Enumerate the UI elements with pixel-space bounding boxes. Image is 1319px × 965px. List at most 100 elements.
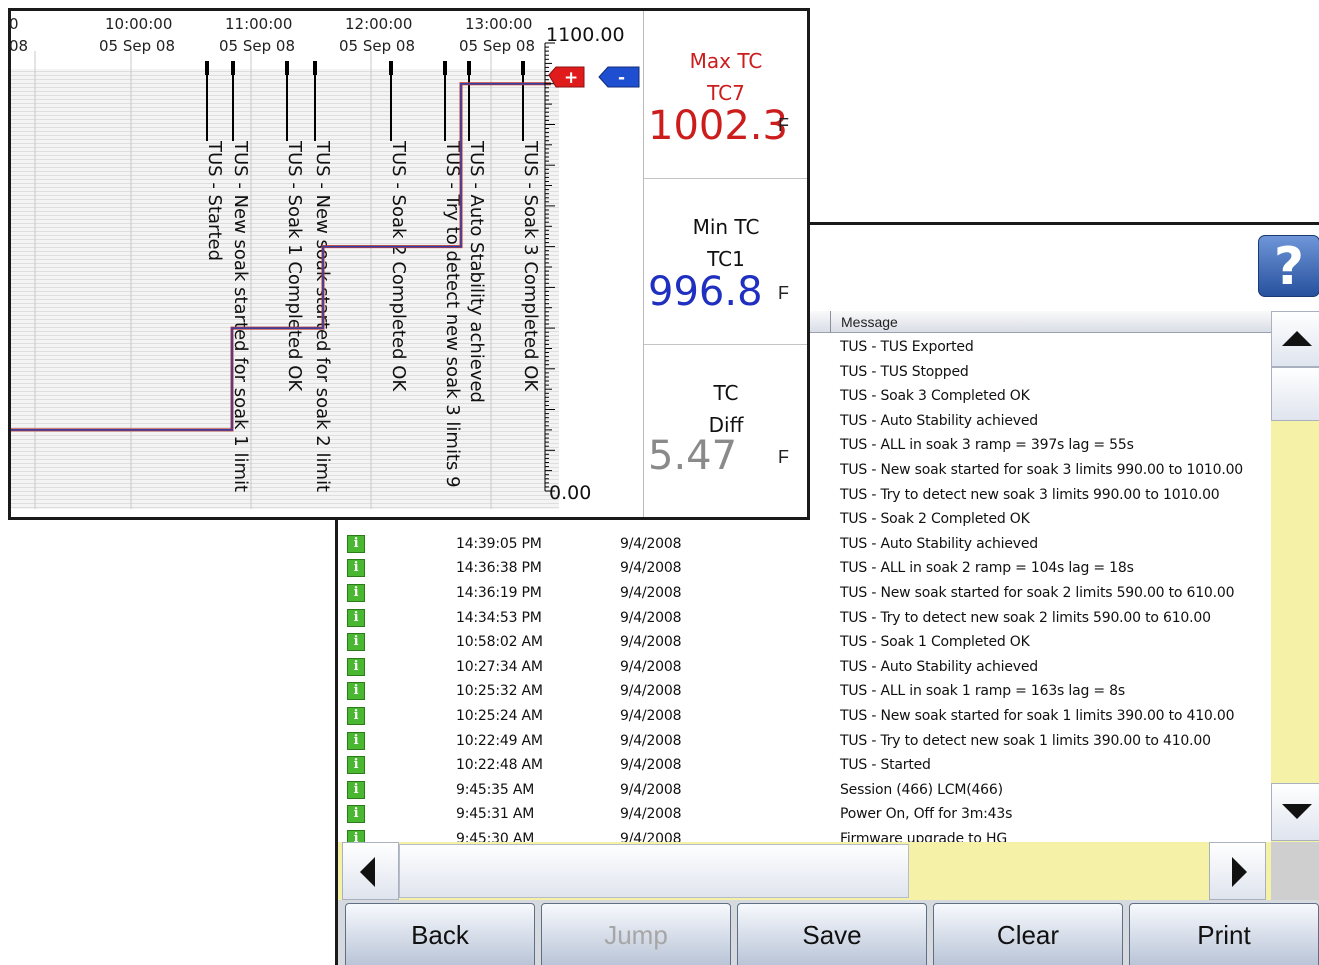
save-button[interactable]: Save	[737, 903, 927, 965]
log-row[interactable]: i 10:27:34 AM 9/4/2008 TUS - Auto Stabil…	[338, 654, 1271, 679]
plus-marker[interactable]: +	[548, 66, 585, 88]
max-tc-box[interactable]: Max TC TC7 1002.3 F	[644, 11, 807, 179]
log-row[interactable]: i 14:34:53 PM 9/4/2008 TUS - Try to dete…	[338, 605, 1271, 630]
log-message: Session (466) LCM(466)	[840, 781, 1003, 798]
log-message: TUS - New soak started for soak 1 limits…	[840, 708, 1235, 724]
log-message: TUS - Started	[840, 757, 931, 774]
tc-diff-unit: F	[778, 447, 789, 467]
event-label: TUS - New soak started for soak 1 limit	[230, 140, 251, 492]
event-flag	[313, 61, 317, 75]
info-icon: i	[347, 805, 365, 824]
scroll-corner	[1271, 842, 1319, 900]
log-row[interactable]: i 10:25:32 AM 9/4/2008 TUS - ALL in soak…	[338, 678, 1271, 703]
help-button[interactable]: ?	[1258, 235, 1319, 297]
log-time: 9:45:31 AM	[456, 806, 535, 823]
info-icon: i	[347, 707, 365, 725]
scroll-up-button[interactable]	[1271, 311, 1319, 367]
y-min-label: 0.00	[549, 482, 591, 504]
log-row[interactable]: i 10:58:02 AM 9/4/2008 TUS - Soak 1 Comp…	[338, 629, 1271, 654]
horizontal-scrollbar[interactable]	[338, 842, 1319, 900]
jump-button[interactable]: Jump	[541, 903, 731, 965]
log-row[interactable]: i 14:36:19 PM 9/4/2008 TUS - New soak st…	[338, 580, 1271, 605]
event-flag	[443, 61, 447, 75]
button-bar: Back Jump Save Clear Print	[338, 900, 1319, 965]
horizontal-scroll-thumb[interactable]	[399, 844, 909, 898]
time-label: 11:00:00	[225, 15, 292, 33]
min-tc-box[interactable]: Min TC TC1 996.8 F	[644, 179, 807, 345]
info-icon: i	[347, 780, 365, 799]
back-button[interactable]: Back	[345, 903, 535, 965]
event-label: TUS - Soak 1 Completed OK	[284, 140, 305, 392]
log-message: Firmware upgrade to HG	[840, 831, 1008, 842]
arrow-left-icon	[360, 857, 375, 887]
log-time: 10:22:49 AM	[456, 732, 543, 749]
minus-icon: -	[618, 68, 625, 88]
info-icon: i	[347, 657, 365, 676]
trend-chart-panel: 0 08 10:00:00 05 Sep 08 11:00:00 05 Sep 08 12:…	[8, 8, 810, 520]
vertical-scrollbar[interactable]	[1271, 311, 1319, 843]
log-time: 10:25:32 AM	[456, 683, 543, 700]
info-icon: i	[347, 534, 365, 553]
log-time: 10:22:48 AM	[456, 757, 543, 774]
log-time: 10:58:02 AM	[456, 634, 543, 651]
log-time: 14:39:05 PM	[456, 535, 542, 552]
log-time: 14:34:53 PM	[456, 609, 542, 626]
log-message: TUS - Auto Stability achieved	[840, 412, 1038, 429]
time-label: 0	[11, 15, 19, 33]
log-row[interactable]: i 14:39:05 PM 9/4/2008 TUS - Auto Stabil…	[338, 531, 1271, 556]
log-date: 9/4/2008	[620, 781, 682, 798]
y-max-label: 1100.00	[546, 24, 625, 46]
scroll-down-button[interactable]	[1271, 783, 1319, 841]
trend-chart[interactable]: 0 08 10:00:00 05 Sep 08 11:00:00 05 Sep 08 12:…	[11, 11, 643, 517]
log-date: 9/4/2008	[620, 831, 682, 842]
clear-button[interactable]: Clear	[933, 903, 1123, 965]
log-message: TUS - ALL in soak 3 ramp = 397s lag = 55…	[840, 437, 1134, 454]
max-tc-value: 1002.3	[648, 103, 788, 149]
event-label: TUS - Auto Stability achieved	[466, 140, 487, 403]
log-row[interactable]: i 9:45:30 AM 9/4/2008 Firmware upgrade t…	[338, 826, 1271, 842]
min-tc-value: 996.8	[648, 269, 763, 315]
log-message: Power On, Off for 3m:43s	[840, 806, 1013, 823]
log-row[interactable]: i 9:45:35 AM 9/4/2008 Session (466) LCM(…	[338, 777, 1271, 802]
log-date: 9/4/2008	[620, 757, 682, 774]
column-header-message[interactable]: Message	[830, 311, 898, 333]
info-icon: i	[347, 731, 365, 750]
log-message: TUS - Try to detect new soak 2 limits 59…	[840, 609, 1211, 626]
event-label: TUS - Soak 2 Completed OK	[388, 140, 409, 392]
log-message: TUS - Try to detect new soak 3 limits 99…	[840, 486, 1220, 503]
print-button[interactable]: Print	[1129, 903, 1319, 965]
scroll-thumb[interactable]	[1271, 367, 1319, 421]
log-message: TUS - New soak started for soak 3 limits…	[840, 462, 1244, 478]
log-time: 14:36:19 PM	[456, 585, 542, 601]
log-message: TUS - Soak 2 Completed OK	[840, 511, 1030, 528]
date-label: 05 Sep 08	[339, 37, 415, 55]
event-flag	[285, 61, 289, 75]
log-message: TUS - TUS Stopped	[840, 363, 969, 380]
event-label: TUS - Soak 3 Completed OK	[520, 140, 541, 392]
log-message: TUS - Try to detect new soak 1 limits 39…	[840, 732, 1211, 749]
info-icon: i	[347, 559, 365, 578]
max-tc-unit: F	[778, 115, 789, 135]
log-date: 9/4/2008	[620, 535, 682, 552]
log-row[interactable]: i 9:45:31 AM 9/4/2008 Power On, Off for …	[338, 801, 1271, 826]
log-row[interactable]: i 10:22:48 AM 9/4/2008 TUS - Started	[338, 752, 1271, 777]
log-message: TUS - TUS Exported	[840, 339, 974, 355]
time-label: 12:00:00	[345, 15, 412, 33]
scroll-right-button[interactable]	[1209, 842, 1266, 900]
tc-diff-title: TC	[713, 381, 739, 405]
log-time: 10:25:24 AM	[456, 708, 543, 724]
info-icon: i	[347, 682, 365, 701]
log-row[interactable]: i 10:22:49 AM 9/4/2008 TUS - Try to dete…	[338, 728, 1271, 753]
log-date: 9/4/2008	[620, 609, 682, 626]
minus-marker[interactable]: -	[598, 66, 640, 88]
date-label: 05 Sep 08	[459, 37, 535, 55]
event-flag	[467, 61, 471, 75]
log-row[interactable]: i 14:36:38 PM 9/4/2008 TUS - ALL in soak…	[338, 555, 1271, 580]
log-date: 9/4/2008	[620, 732, 682, 749]
tc-diff-box[interactable]: TC Diff 5.47 F	[644, 345, 807, 517]
log-time: 10:27:34 AM	[456, 658, 543, 675]
scroll-left-button[interactable]	[342, 842, 399, 900]
log-time: 9:45:35 AM	[456, 781, 535, 798]
info-icon: i	[347, 633, 365, 652]
log-row[interactable]: i 10:25:24 AM 9/4/2008 TUS - New soak st…	[338, 703, 1271, 728]
